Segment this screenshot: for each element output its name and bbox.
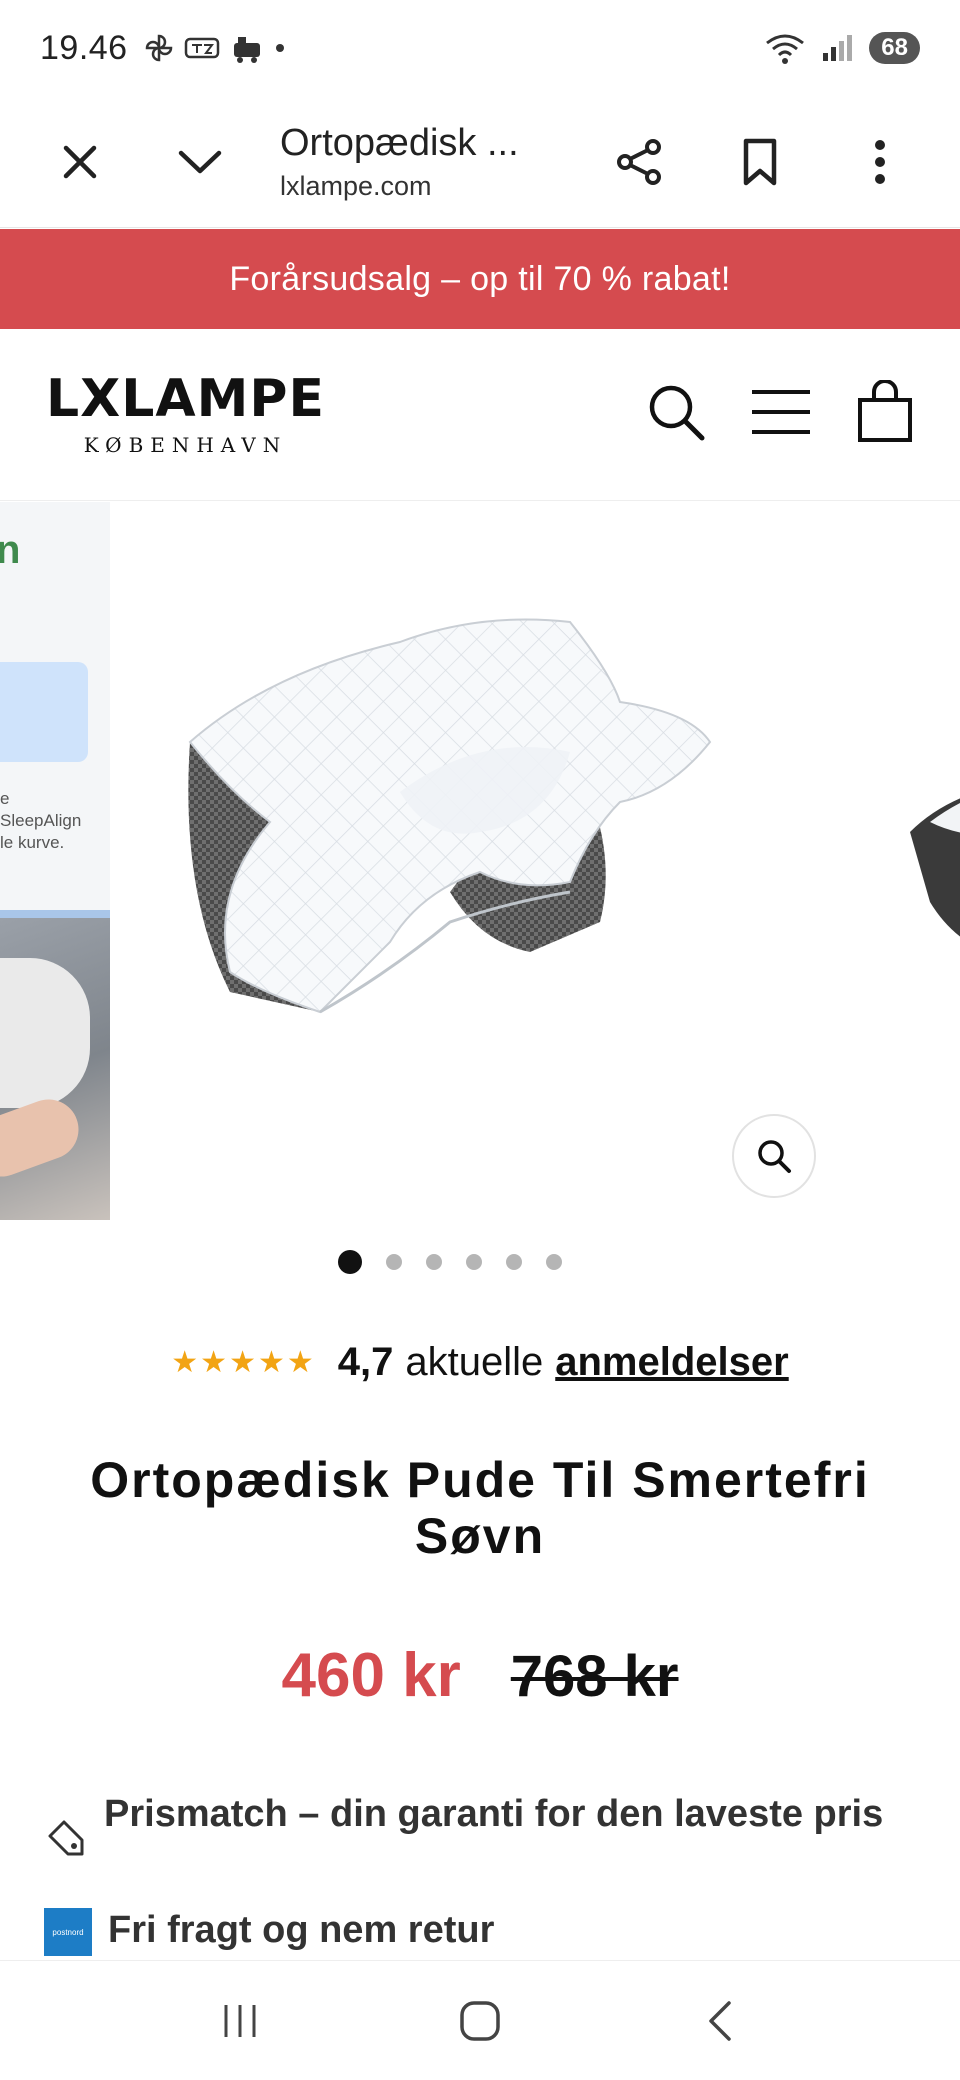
reviews-link[interactable]: anmeldelser	[555, 1340, 788, 1385]
system-nav-bar	[0, 1960, 960, 2080]
menu-button[interactable]	[750, 387, 812, 442]
logo-sub-text: KØBENHAVN	[83, 432, 288, 457]
cart-button[interactable]	[856, 379, 914, 449]
home-button[interactable]	[420, 1981, 540, 2061]
postnord-icon: postnord	[44, 1908, 92, 1956]
status-bar: 19.46 68	[0, 0, 960, 96]
share-icon	[617, 138, 661, 185]
store-logo[interactable]: LXLAMPE KØBENHAVN	[46, 373, 325, 457]
close-icon	[63, 145, 97, 178]
gallery-dot-5[interactable]	[506, 1254, 522, 1270]
recent-apps-button[interactable]	[180, 1981, 300, 2061]
wifi-icon	[766, 34, 805, 64]
close-tab-button[interactable]	[40, 122, 120, 202]
star-rating-icon: ★★★★★	[171, 1346, 316, 1379]
tag-icon	[48, 1820, 84, 1856]
info-graphic-text: e SleepAlign le kurve.	[0, 789, 82, 852]
tv2-icon	[184, 37, 219, 59]
gallery-image-previous[interactable]: n e SleepAlign le kurve.	[0, 502, 110, 1220]
minimize-button[interactable]	[160, 122, 240, 202]
feature-free-shipping: postnord Fri fragt og nem retur	[44, 1906, 908, 1956]
rating-score: 4,7	[337, 1340, 394, 1384]
home-icon	[460, 2000, 500, 2041]
zoom-icon	[758, 1140, 791, 1173]
pinwheel-icon	[145, 34, 172, 62]
gallery-dot-2[interactable]	[386, 1254, 402, 1270]
more-options-button[interactable]	[840, 122, 920, 202]
rating-text: aktuelle	[405, 1340, 544, 1384]
signal-icon	[823, 35, 853, 61]
bookmark-button[interactable]	[720, 122, 800, 202]
rating-row: ★★★★★ 4,7 aktuelle anmeldelser	[0, 1340, 960, 1385]
price-row: 460 kr 768 kr	[0, 1640, 960, 1711]
notification-icons	[144, 33, 286, 63]
gallery-image-next[interactable]	[910, 772, 960, 972]
recent-apps-icon	[224, 2004, 256, 2037]
back-button[interactable]	[660, 1981, 780, 2061]
search-button[interactable]	[646, 382, 706, 447]
store-header: LXLAMPE KØBENHAVN	[0, 329, 960, 501]
chevron-down-icon	[178, 150, 222, 173]
page-title: Ortopædisk ...	[280, 121, 519, 164]
browser-toolbar: Ortopædisk ... lxlampe.com	[0, 96, 960, 228]
back-icon	[709, 2000, 731, 2041]
gallery-pagination	[0, 1250, 930, 1274]
gallery-dot-4[interactable]	[466, 1254, 482, 1270]
info-graphic: n e SleepAlign le kurve.	[0, 502, 110, 910]
gallery-dot-6[interactable]	[546, 1254, 562, 1270]
gallery-dot-1[interactable]	[338, 1250, 362, 1274]
pillow-image	[188, 618, 712, 1014]
logo-main-text: LXLAMPE	[46, 368, 325, 429]
share-button[interactable]	[600, 122, 680, 202]
product-title: Ortopædisk Pude Til Smertefri Søvn	[90, 1452, 870, 1564]
product-gallery[interactable]: n e SleepAlign le kurve.	[0, 502, 960, 1222]
bookmark-icon	[743, 138, 777, 185]
page-url: lxlampe.com	[280, 170, 432, 201]
sale-price: 460 kr	[281, 1641, 461, 1710]
original-price: 768 kr	[510, 1644, 679, 1709]
status-time: 19.46	[40, 28, 128, 67]
search-icon	[649, 385, 705, 441]
feature-price-match: Prismatch – din garanti for den laveste …	[44, 1790, 904, 1860]
feature-text: Prismatch – din garanti for den laveste …	[104, 1793, 884, 1835]
hamburger-menu-icon	[752, 390, 810, 434]
promo-banner[interactable]: Forårsudsalg – op til 70 % rabat!	[0, 229, 960, 329]
zoom-button[interactable]	[732, 1114, 816, 1198]
dot-icon	[275, 44, 284, 52]
train-icon	[233, 37, 260, 63]
person-photo	[0, 918, 110, 1220]
feature-text: Fri fragt og nem retur	[108, 1909, 495, 1951]
more-vertical-icon	[875, 139, 885, 184]
page-info[interactable]: Ortopædisk ... lxlampe.com	[280, 122, 600, 202]
status-right: 68	[763, 31, 920, 65]
gallery-dot-3[interactable]	[426, 1254, 442, 1270]
battery-indicator: 68	[869, 32, 920, 64]
shopping-bag-icon	[858, 379, 912, 442]
